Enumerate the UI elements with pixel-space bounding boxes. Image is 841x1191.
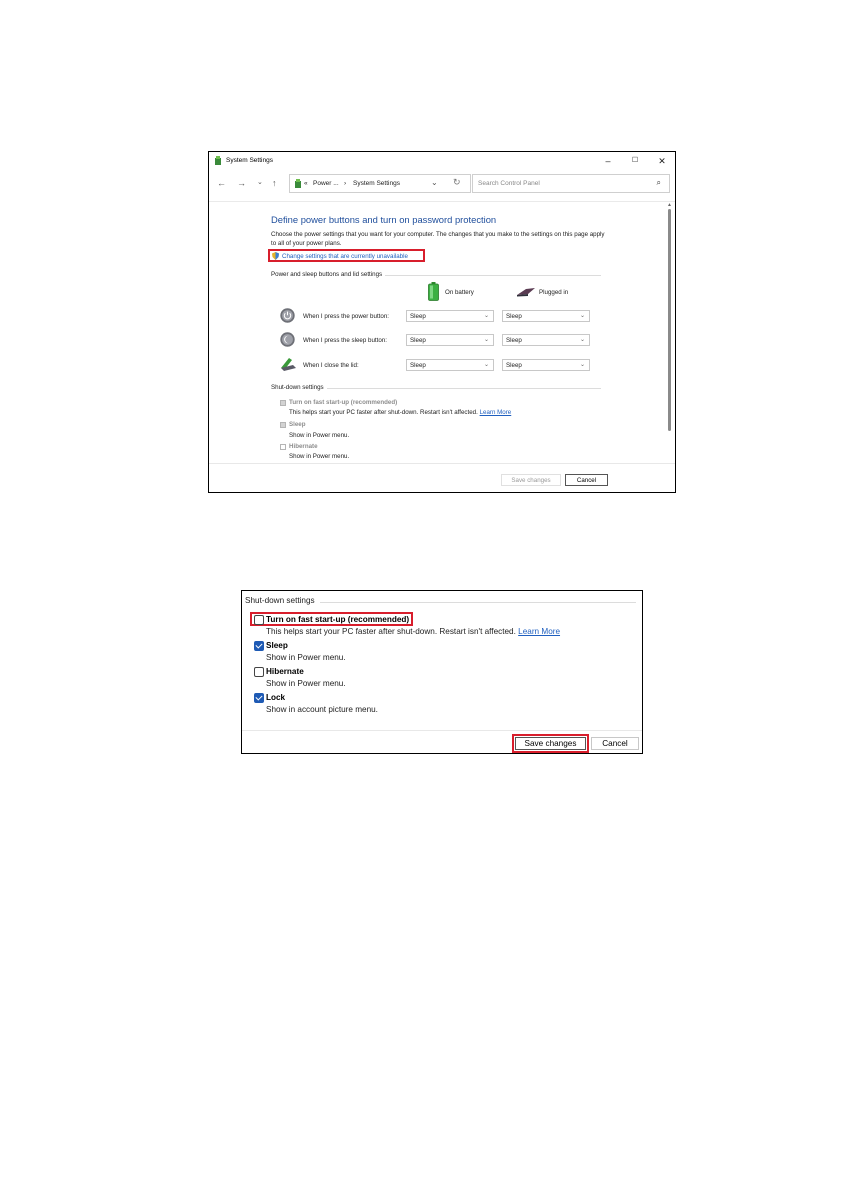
lock-description: Show in account picture menu. [266,705,378,714]
page-description: Choose the power settings that you want … [271,231,605,247]
battery-icon [428,282,439,301]
hibernate-checkbox[interactable] [280,444,286,450]
sleep-description: Show in Power menu. [289,432,350,439]
control-panel-icon [215,156,221,165]
search-box[interactable]: Search Control Panel ⌕ [472,174,670,193]
cancel-button[interactable]: Cancel [565,474,608,486]
maximize-button[interactable]: ☐ [622,153,648,169]
close-button[interactable]: ✕ [649,153,675,169]
chevron-down-icon: ⌄ [579,362,585,368]
cancel-button[interactable]: Cancel [591,737,639,750]
shutdown-group-label: Shut-down settings [245,596,318,605]
chevron-down-icon: ⌄ [579,313,585,319]
minimize-button[interactable]: – [595,153,621,169]
shutdown-group-label: Shut-down settings [271,384,327,391]
plugged-in-header: Plugged in [539,289,569,296]
power-button-plugged-select[interactable]: Sleep ⌄ [502,310,590,322]
search-input[interactable]: Search Control Panel [478,180,540,187]
sleep-description: Show in Power menu. [266,653,346,662]
recent-locations-chevron-icon[interactable]: ⌄ [257,178,263,188]
address-chevron-icon[interactable]: ⌄ [431,178,438,187]
laptop-lid-icon [281,358,296,371]
fast-startup-description: This helps start your PC faster after sh… [289,409,511,416]
power-button-battery-select[interactable]: Sleep ⌄ [406,310,494,322]
chevron-down-icon: ⌄ [579,337,585,343]
fast-startup-description-text: This helps start your PC faster after sh… [289,409,478,416]
learn-more-link[interactable]: Learn More [480,409,512,416]
power-button-icon [280,308,295,323]
breadcrumb-system-settings[interactable]: System Settings [353,180,400,187]
sleep-button-icon [280,332,295,347]
fast-startup-checkbox[interactable] [254,615,264,625]
select-value: Sleep [410,337,426,344]
fast-startup-description: This helps start your PC faster after sh… [266,627,560,636]
change-settings-link[interactable]: Change settings that are currently unava… [282,253,408,260]
sleep-button-label: When I press the sleep button: [303,337,387,344]
select-value: Sleep [506,362,522,369]
hibernate-description: Show in Power menu. [266,679,346,688]
select-value: Sleep [410,313,426,320]
select-value: Sleep [410,362,426,369]
address-overflow[interactable]: « [304,180,308,187]
lock-checkbox[interactable] [254,693,264,703]
scroll-up-arrow-icon[interactable]: ▲ [667,202,672,208]
hibernate-label: Hibernate [289,443,318,450]
shutdown-settings-panel: Shut-down settings Turn on fast start-up… [241,590,643,754]
title-bar: System Settings – ☐ ✕ [209,152,675,170]
hibernate-description: Show in Power menu. [289,453,350,460]
address-bar[interactable]: « Power ... › System Settings ⌄ ↻ [289,174,471,193]
chevron-down-icon: ⌄ [483,313,489,319]
divider [209,201,675,202]
fast-startup-label[interactable]: Turn on fast start-up (recommended) [266,615,409,624]
lid-close-plugged-select[interactable]: Sleep ⌄ [502,359,590,371]
lid-close-battery-select[interactable]: Sleep ⌄ [406,359,494,371]
select-value: Sleep [506,337,522,344]
vertical-scrollbar[interactable] [668,209,671,431]
plugged-in-icon [517,288,535,297]
forward-arrow-icon[interactable]: → [237,178,246,188]
sleep-label: Sleep [289,421,306,428]
lock-label[interactable]: Lock [266,693,285,702]
hibernate-checkbox[interactable] [254,667,264,677]
up-arrow-icon[interactable]: ↑ [272,178,277,188]
on-battery-header: On battery [445,289,474,296]
sleep-checkbox[interactable] [254,641,264,651]
footer-divider [209,463,675,464]
sleep-label[interactable]: Sleep [266,641,288,650]
hibernate-label[interactable]: Hibernate [266,667,304,676]
select-value: Sleep [506,313,522,320]
fast-startup-label: Turn on fast start-up (recommended) [289,399,398,406]
power-button-label: When I press the power button: [303,313,389,320]
page-heading: Define power buttons and turn on passwor… [271,214,497,225]
breadcrumb-power[interactable]: Power ... [313,180,339,187]
sleep-button-plugged-select[interactable]: Sleep ⌄ [502,334,590,346]
refresh-icon[interactable]: ↻ [453,177,461,188]
footer-divider [242,730,642,731]
chevron-down-icon: ⌄ [483,362,489,368]
search-icon[interactable]: ⌕ [657,178,661,188]
save-changes-button[interactable]: Save changes [501,474,561,486]
group-divider [320,602,636,603]
window-title: System Settings [226,157,273,164]
breadcrumb-separator: › [344,180,347,187]
learn-more-link[interactable]: Learn More [518,627,560,636]
chevron-down-icon: ⌄ [483,337,489,343]
fast-startup-checkbox[interactable] [280,400,286,406]
sleep-button-battery-select[interactable]: Sleep ⌄ [406,334,494,346]
control-panel-icon [295,179,301,188]
lid-close-label: When I close the lid: [303,362,359,369]
power-buttons-group-label: Power and sleep buttons and lid settings [271,271,386,278]
save-changes-button[interactable]: Save changes [515,737,586,750]
sleep-checkbox[interactable] [280,422,286,428]
back-arrow-icon[interactable]: ← [217,178,226,188]
system-settings-window: System Settings – ☐ ✕ ← → ⌄ ↑ « Power ..… [208,151,676,493]
navigation-bar: ← → ⌄ ↑ « Power ... › System Settings ⌄ … [209,172,675,196]
uac-shield-icon [272,252,279,260]
change-settings-link-highlight[interactable]: Change settings that are currently unava… [268,249,425,262]
fast-startup-description-text: This helps start your PC faster after sh… [266,627,516,636]
